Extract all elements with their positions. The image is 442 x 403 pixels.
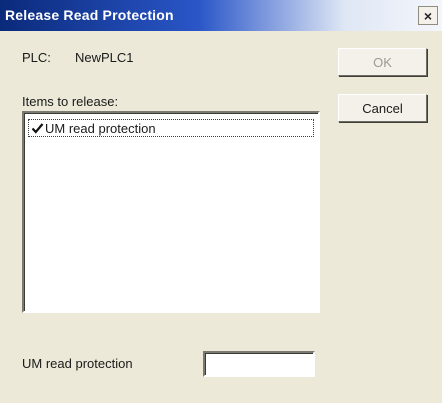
title-bar[interactable]: Release Read Protection × <box>0 0 442 31</box>
ok-button[interactable]: OK <box>338 48 427 76</box>
plc-name: NewPLC1 <box>75 50 134 65</box>
close-icon: × <box>423 7 433 24</box>
ok-button-label: OK <box>373 54 392 70</box>
list-item-label: UM read protection <box>45 120 156 136</box>
list-item-um-read-protection[interactable]: UM read protection <box>28 119 314 137</box>
items-to-release-label: Items to release: <box>22 94 119 109</box>
items-listbox[interactable]: UM read protection <box>22 111 320 313</box>
close-button[interactable]: × <box>418 6 438 25</box>
um-read-protection-label: UM read protection <box>22 356 133 371</box>
window-title: Release Read Protection <box>5 7 174 23</box>
plc-label: PLC: <box>22 50 51 65</box>
checkmark-icon[interactable] <box>31 122 44 135</box>
um-read-protection-field[interactable] <box>203 351 315 377</box>
cancel-button-label: Cancel <box>362 100 403 116</box>
cancel-button[interactable]: Cancel <box>338 94 427 122</box>
